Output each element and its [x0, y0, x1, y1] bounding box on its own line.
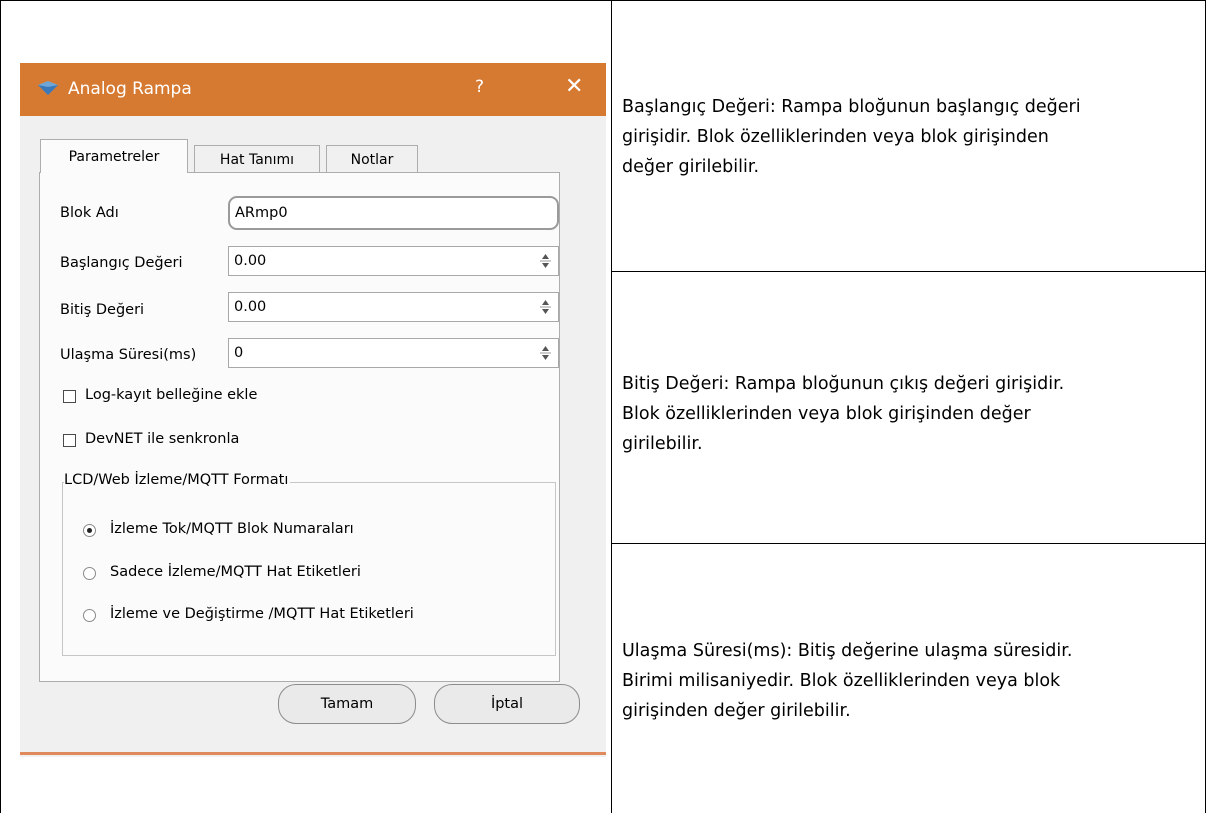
- tab-label: Hat Tanımı: [219, 151, 295, 168]
- description-line: girişinden değer girilebilir.: [622, 701, 851, 721]
- dialog-bottom-border: [20, 752, 606, 755]
- input-value: 0: [234, 345, 244, 361]
- devnet-checkbox[interactable]: [63, 434, 76, 447]
- app-icon: [38, 81, 58, 95]
- description-line: Bitiş Değeri: Rampa bloğunun çıkış değer…: [622, 374, 1065, 394]
- description-line: Birimi milisaniyedir. Blok özelliklerind…: [622, 671, 1061, 691]
- help-button[interactable]: ?: [475, 77, 484, 97]
- cancel-button[interactable]: İptal: [434, 684, 580, 724]
- table-border-top: [0, 0, 1206, 1]
- description-line: Başlangıç Değeri: Rampa bloğunun başlang…: [622, 97, 1081, 117]
- table-border-left: [0, 0, 1, 813]
- description-ulasma: Ulaşma Süresi(ms): Bitiş değerine ulaşma…: [622, 636, 1197, 726]
- format-group-title: LCD/Web İzleme/MQTT Formatı: [64, 472, 291, 488]
- tab-label: Notlar: [350, 151, 394, 168]
- bitis-spinbox[interactable]: 0.00: [228, 292, 559, 322]
- button-label: Tamam: [320, 696, 374, 712]
- dialog-title: Analog Rampa: [68, 79, 192, 99]
- input-value: 0.00: [234, 299, 267, 315]
- radio-label[interactable]: İzleme ve Değiştirme /MQTT Hat Etiketler…: [110, 606, 414, 622]
- tab-notlar[interactable]: Notlar: [326, 145, 418, 173]
- description-bitis: Bitiş Değeri: Rampa bloğunun çıkış değer…: [622, 369, 1197, 459]
- ulasma-label: Ulaşma Süresi(ms): [60, 347, 197, 363]
- title-bar[interactable]: Analog Rampa ? ✕: [20, 63, 606, 116]
- description-line: Ulaşma Süresi(ms): Bitiş değerine ulaşma…: [622, 641, 1073, 661]
- ok-button[interactable]: Tamam: [278, 684, 416, 724]
- baslangic-label: Başlangıç Değeri: [60, 255, 183, 271]
- description-line: girişidir. Blok özelliklerinden veya blo…: [622, 127, 1049, 147]
- tab-label: Parametreler: [68, 148, 160, 165]
- radio-izleme-degistirme[interactable]: [83, 609, 96, 622]
- tab-hat-tanimi[interactable]: Hat Tanımı: [194, 145, 320, 173]
- spin-arrows-icon[interactable]: [539, 343, 552, 363]
- radio-label[interactable]: İzleme Tok/MQTT Blok Numaraları: [110, 521, 354, 537]
- devnet-label[interactable]: DevNET ile senkronla: [85, 431, 239, 447]
- spin-arrows-icon[interactable]: [539, 251, 552, 271]
- table-row-divider-2: [611, 543, 1206, 544]
- tab-parametreler[interactable]: Parametreler: [40, 139, 188, 173]
- radio-label[interactable]: Sadece İzleme/MQTT Hat Etiketleri: [110, 564, 361, 580]
- input-value: 0.00: [234, 253, 267, 269]
- log-kayit-checkbox[interactable]: [63, 390, 76, 403]
- description-baslangic: Başlangıç Değeri: Rampa bloğunun başlang…: [622, 92, 1197, 182]
- description-line: değer girilebilir.: [622, 157, 760, 177]
- radio-sadece-izleme[interactable]: [83, 567, 96, 580]
- button-label: İptal: [490, 696, 524, 712]
- close-button[interactable]: ✕: [565, 74, 583, 99]
- spin-arrows-icon[interactable]: [539, 297, 552, 317]
- radio-izleme-tok[interactable]: [83, 524, 96, 537]
- input-value: ARmp0: [235, 205, 288, 221]
- table-column-divider: [611, 0, 612, 813]
- analog-rampa-dialog: Analog Rampa ? ✕ Parametreler Hat Tanımı…: [20, 63, 606, 757]
- blok-adi-label: Blok Adı: [60, 205, 119, 221]
- bitis-label: Bitiş Değeri: [60, 302, 145, 318]
- description-line: girilebilir.: [622, 434, 703, 454]
- table-row-divider-1: [611, 271, 1206, 272]
- log-kayit-label[interactable]: Log-kayıt belleğine ekle: [85, 387, 257, 403]
- ulasma-spinbox[interactable]: 0: [228, 338, 559, 368]
- baslangic-spinbox[interactable]: 0.00: [228, 246, 559, 276]
- description-line: Blok özelliklerinden veya blok girişinde…: [622, 404, 1031, 424]
- blok-adi-input[interactable]: ARmp0: [228, 196, 559, 230]
